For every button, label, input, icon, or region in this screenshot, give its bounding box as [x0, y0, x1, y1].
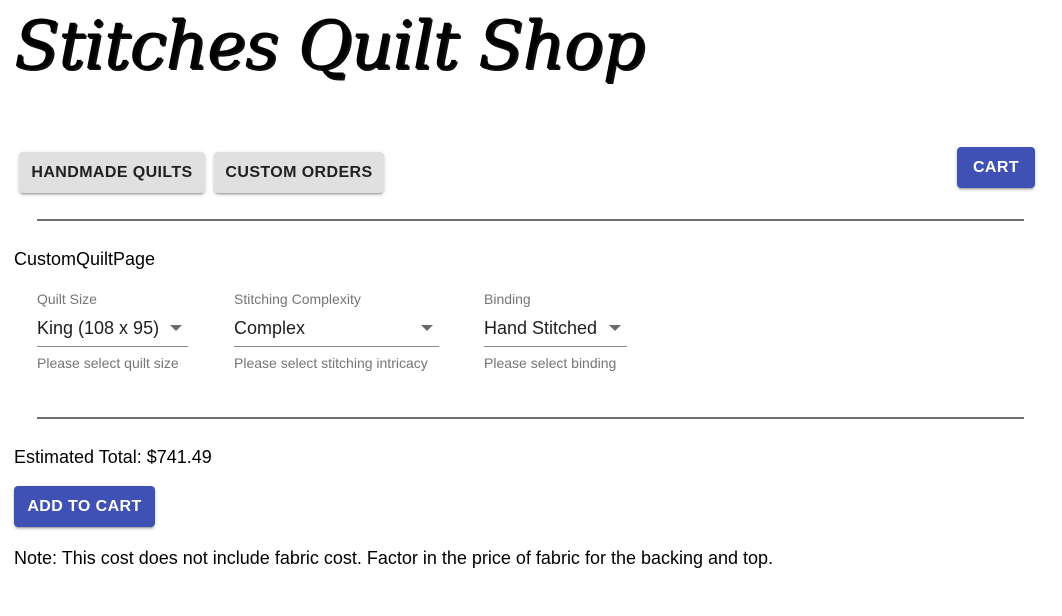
quilt-size-helper-text: Please select quilt size — [37, 355, 179, 371]
caret-down-icon — [421, 325, 433, 331]
nav-custom-orders-button[interactable]: CUSTOM ORDERS — [214, 152, 384, 193]
fabric-cost-note: Note: This cost does not include fabric … — [14, 548, 774, 568]
quilt-size-select[interactable]: King (108 x 95) — [37, 317, 188, 347]
caret-down-icon — [609, 325, 621, 331]
shop-logo[interactable]: Stitches Quilt Shop — [14, 0, 645, 92]
quilt-size-value: King (108 x 95) — [37, 318, 160, 338]
caret-down-icon — [170, 325, 182, 331]
binding-field: Binding Hand Stitched Please select bind… — [484, 290, 627, 372]
stitching-complexity-field: Stitching Complexity Complex Please sele… — [234, 290, 439, 372]
binding-label: Binding — [484, 291, 531, 307]
nav-handmade-quilts-button[interactable]: HANDMADE QUILTS — [19, 152, 205, 193]
stitching-complexity-select[interactable]: Complex — [234, 317, 439, 347]
quilt-size-field: Quilt Size King (108 x 95) Please select… — [37, 290, 188, 372]
add-to-cart-button[interactable]: ADD TO CART — [14, 486, 155, 527]
bottom-divider — [37, 417, 1024, 419]
stitching-complexity-value: Complex — [234, 318, 306, 338]
binding-select[interactable]: Hand Stitched — [484, 317, 627, 347]
stitching-complexity-helper-text: Please select stitching intricacy — [234, 355, 428, 371]
top-divider — [37, 219, 1024, 221]
quilt-size-label: Quilt Size — [37, 291, 97, 307]
binding-helper-text: Please select binding — [484, 355, 617, 371]
cart-button[interactable]: CART — [957, 147, 1035, 188]
page-title: CustomQuiltPage — [14, 249, 156, 269]
binding-value: Hand Stitched — [484, 318, 598, 338]
stitching-complexity-label: Stitching Complexity — [234, 291, 361, 307]
estimated-total: Estimated Total: $741.49 — [14, 447, 212, 467]
